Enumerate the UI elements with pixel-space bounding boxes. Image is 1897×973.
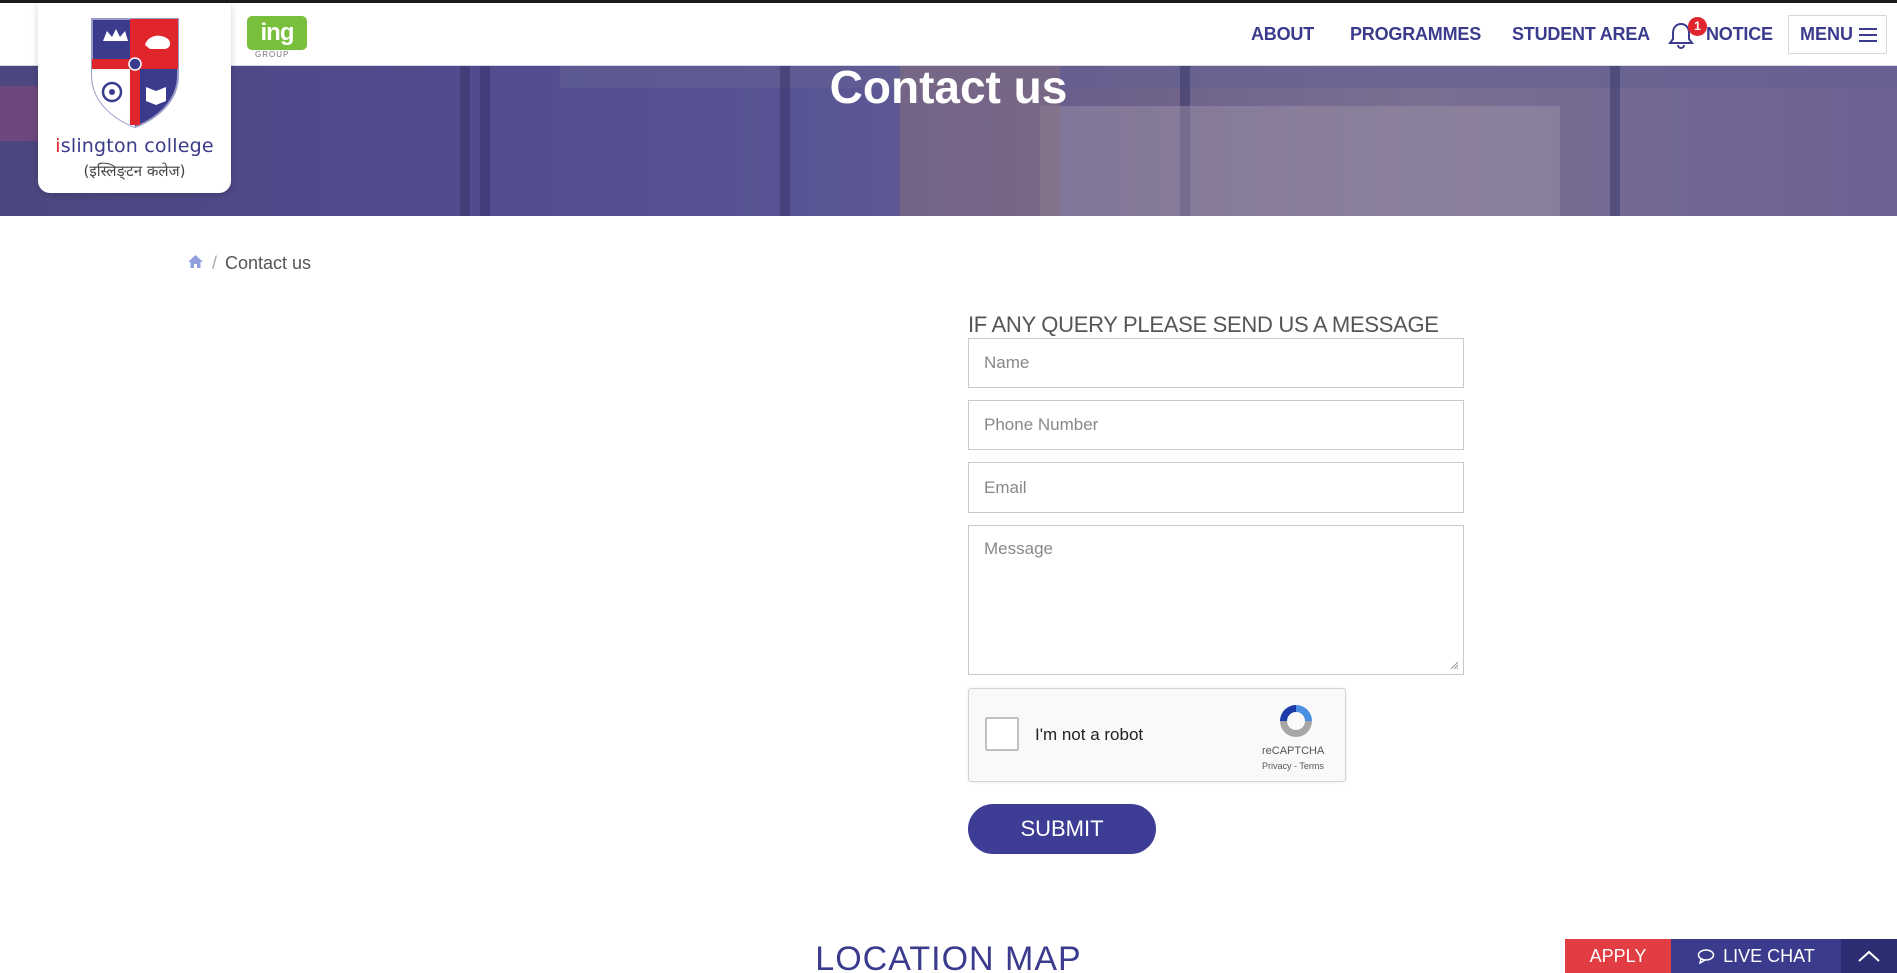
apply-label: APPLY [1589,945,1647,966]
hamburger-icon [1859,27,1877,42]
page-title: Contact us [829,61,1068,113]
ing-logo-caption: GROUP [255,50,290,59]
ing-logo-text: ing [247,16,307,50]
menu-label: MENU [1800,24,1853,44]
nav-student-area[interactable]: STUDENT AREA [1512,3,1650,66]
nav-programmes-label: PROGRAMMES [1350,24,1482,44]
college-name: islington college [55,135,214,157]
breadcrumb-current: Contact us [225,253,312,273]
nav-about-label: ABOUT [1251,24,1314,44]
recaptcha-icon [1280,705,1312,737]
recaptcha-label: I'm not a robot [1035,725,1144,744]
resize-handle-icon[interactable] [1449,660,1459,670]
college-logo[interactable]: islington college (इस्लिङ्टन कलेज) [38,3,231,193]
recaptcha-brand: reCAPTCHA [1262,745,1325,757]
submit-button[interactable]: SUBMIT [968,804,1156,854]
scroll-top-button[interactable] [1841,939,1897,973]
recaptcha-widget: I'm not a robot reCAPTCHA Privacy - Term… [968,688,1346,782]
form-heading: IF ANY QUERY PLEASE SEND US A MESSAGE [968,312,1439,337]
shield-icon [91,18,179,129]
recaptcha-checkbox[interactable] [985,717,1019,751]
breadcrumb-separator: / [212,253,218,273]
nav-programmes[interactable]: PROGRAMMES [1350,3,1481,66]
nav-student-area-label: STUDENT AREA [1512,24,1650,44]
menu-button[interactable]: MENU [1788,15,1887,54]
notice-count-badge: 1 [1688,16,1707,36]
ing-group-logo[interactable]: ing GROUP [247,16,307,60]
chat-bubble-icon [1697,949,1715,964]
phone-input[interactable] [968,400,1464,450]
nav-notice-label: NOTICE [1706,24,1773,44]
email-input[interactable] [968,462,1464,513]
name-input[interactable] [968,338,1464,388]
chevron-up-icon [1858,950,1880,962]
nav-notice[interactable]: 1 NOTICE [1668,3,1773,66]
college-name-nepali: (इस्लिङ्टन कलेज) [83,162,186,180]
recaptcha-privacy-terms[interactable]: Privacy - Terms [1262,761,1324,771]
message-textarea[interactable] [968,525,1464,675]
live-chat-label: LIVE CHAT [1723,945,1815,966]
live-chat-button[interactable]: LIVE CHAT [1671,939,1841,973]
bell-icon: 1 [1668,16,1707,49]
apply-button[interactable]: APPLY [1565,939,1671,973]
nav-about[interactable]: ABOUT [1251,3,1314,66]
home-icon[interactable] [187,253,204,274]
breadcrumb: / Contact us [187,253,311,274]
